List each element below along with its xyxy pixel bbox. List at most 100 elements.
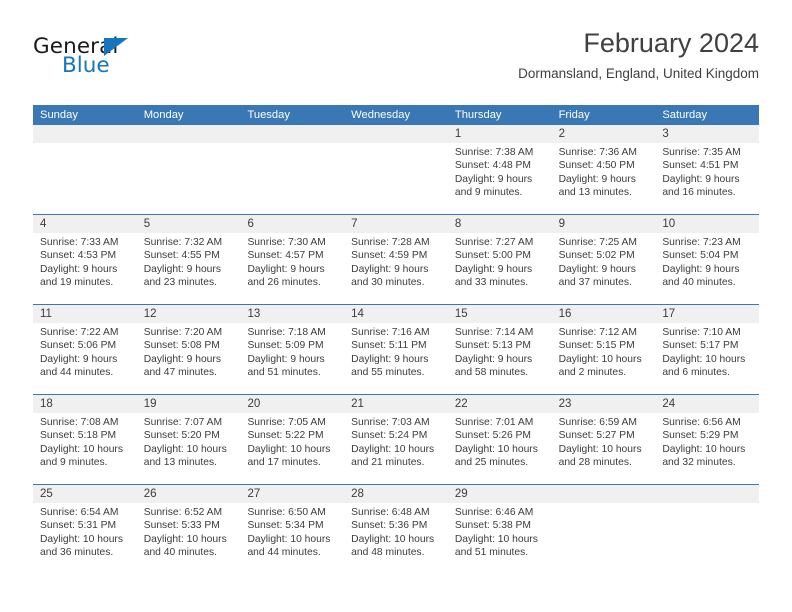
day-sunrise-text: Sunrise: 7:01 AM [454,417,534,428]
day-number[interactable]: 7 [344,215,448,233]
weekday-header-wednesday: Wednesday [351,109,411,121]
day-daylight-1-text: Daylight: 9 hours [662,173,740,185]
day-daylight-2-text: and 40 minutes. [662,276,736,288]
day-number[interactable]: 1 [448,125,552,143]
day-number[interactable]: 21 [344,395,448,413]
day-number[interactable]: 16 [552,305,656,323]
day-number[interactable]: 15 [448,305,552,323]
day-daylight-2-text: and 26 minutes. [247,276,321,288]
day-number[interactable]: 8 [448,215,552,233]
day-cell[interactable]: Sunrise: 6:48 AM Sunset: 5:36 PM Daylight:… [344,503,448,575]
day-cell[interactable]: Sunrise: 7:38 AM Sunset: 4:48 PM Daylight:… [448,143,552,214]
day-sunset-text: Sunset: 5:31 PM [40,520,117,532]
day-cell[interactable]: Sunrise: 6:59 AM Sunset: 5:27 PM Daylight:… [552,413,656,484]
day-number[interactable]: 2 [552,125,656,143]
day-cell[interactable]: Sunrise: 7:07 AM Sunset: 5:20 PM Daylight:… [137,413,241,484]
day-sunset-text: Sunset: 5:33 PM [143,520,220,532]
day-number[interactable]: 12 [137,305,241,323]
week-date-number-row: 18 19 20 21 22 23 24 [33,395,759,413]
calendar-weeks: 1 2 3 Sunrise: 7:38 AM Sunset: 4:48 PM Daylig… [33,125,759,575]
day-number[interactable]: 25 [33,485,137,503]
day-cell[interactable]: Sunrise: 7:30 AM Sunset: 4:57 PM Daylight:… [240,233,344,304]
day-sunrise-text: Sunrise: 7:30 AM [247,237,326,248]
day-cell[interactable]: Sunrise: 7:10 AM Sunset: 5:17 PM Daylight:… [655,323,759,394]
day-number[interactable]: 23 [552,395,656,413]
weekday-header-thursday: Thursday [454,109,502,121]
location-subtitle: Dormansland, England, United Kingdom [518,66,759,82]
day-daylight-1-text: Daylight: 9 hours [454,263,533,275]
day-number[interactable]: 3 [655,125,759,143]
week-date-number-row: 123 [33,125,759,143]
day-cell[interactable]: Sunrise: 7:14 AM Sunset: 5:13 PM Daylight:… [448,323,552,394]
day-cell[interactable]: Sunrise: 7:22 AM Sunset: 5:06 PM Daylight:… [33,323,137,394]
day-number[interactable]: 24 [655,395,759,413]
day-cell[interactable]: Sunrise: 6:54 AM Sunset: 5:31 PM Daylight:… [33,503,137,575]
day-cell[interactable]: Sunrise: 6:52 AM Sunset: 5:33 PM Daylight:… [137,503,241,575]
day-cell[interactable]: Sunrise: 7:32 AM Sunset: 4:55 PM Daylight:… [137,233,241,304]
day-number[interactable]: 20 [240,395,344,413]
day-cell[interactable]: Sunrise: 7:25 AM Sunset: 5:02 PM Daylight:… [552,233,656,304]
day-number[interactable]: 9 [552,215,656,233]
week-date-number-row: 25 26 27 28 29 [33,485,759,503]
day-cell[interactable]: Sunrise: 7:28 AM Sunset: 4:59 PM Daylight:… [344,233,448,304]
day-number[interactable]: 10 [655,215,759,233]
day-cell[interactable]: Sunrise: 7:33 AM Sunset: 4:53 PM Daylight:… [33,233,137,304]
day-daylight-2-text: and 19 minutes. [40,276,114,288]
day-number[interactable]: 27 [240,485,344,503]
day-cell[interactable]: Sunrise: 6:56 AM Sunset: 5:29 PM Daylight:… [655,413,759,484]
day-daylight-2-text: and 55 minutes. [351,366,425,378]
day-sunset-text: Sunset: 5:09 PM [247,340,324,352]
day-cell[interactable]: Sunrise: 7:35 AM Sunset: 4:51 PM Daylight:… [655,143,759,214]
day-number[interactable]: 17 [655,305,759,323]
day-number[interactable]: 13 [240,305,344,323]
day-cell[interactable]: Sunrise: 7:01 AM Sunset: 5:26 PM Daylight:… [448,413,552,484]
day-number-empty [655,485,759,503]
day-daylight-1-text: Daylight: 9 hours [351,263,429,275]
day-cell[interactable]: Sunrise: 7:36 AM Sunset: 4:50 PM Daylight:… [552,143,656,214]
day-sunrise-text: Sunrise: 7:32 AM [143,237,223,248]
day-cell[interactable]: Sunrise: 6:50 AM Sunset: 5:34 PM Daylight:… [240,503,344,575]
day-number[interactable]: 6 [240,215,344,233]
day-daylight-1-text: Daylight: 10 hours [143,533,227,545]
day-cell[interactable]: Sunrise: 7:27 AM Sunset: 5:00 PM Daylight:… [448,233,552,304]
day-cell[interactable]: Sunrise: 7:08 AM Sunset: 5:18 PM Daylight:… [33,413,137,484]
day-cell[interactable]: Sunrise: 7:18 AM Sunset: 5:09 PM Daylight:… [240,323,344,394]
day-daylight-1-text: Daylight: 10 hours [454,533,538,545]
day-number[interactable]: 4 [33,215,137,233]
day-number[interactable]: 26 [137,485,241,503]
week-detail-row: Sunrise: 7:08 AM Sunset: 5:18 PM Daylight:… [33,413,759,484]
day-sunrise-text: Sunrise: 7:23 AM [662,237,741,248]
day-cell[interactable]: Sunrise: 7:03 AM Sunset: 5:24 PM Daylight:… [344,413,448,484]
calendar-week-row: 1 2 3 Sunrise: 7:38 AM Sunset: 4:48 PM Daylig… [33,125,759,214]
page-header: General Blue February 2024 Dormansland, … [33,28,759,100]
day-daylight-1-text: Daylight: 9 hours [247,263,325,275]
day-number[interactable]: 18 [33,395,137,413]
day-cell[interactable]: Sunrise: 7:20 AM Sunset: 5:08 PM Daylight:… [137,323,241,394]
day-sunset-text: Sunset: 5:11 PM [351,340,427,352]
day-sunrise-text: Sunrise: 7:20 AM [143,327,223,338]
day-number[interactable]: 28 [344,485,448,503]
day-sunrise-text: Sunrise: 7:25 AM [558,237,638,248]
day-daylight-2-text: and 47 minutes. [143,366,217,378]
day-number[interactable]: 22 [448,395,552,413]
weekday-header-monday: Monday [143,109,184,121]
day-cell[interactable]: Sunrise: 7:23 AM Sunset: 5:04 PM Daylight:… [655,233,759,304]
day-cell[interactable]: Sunrise: 6:46 AM Sunset: 5:38 PM Daylight:… [448,503,552,575]
day-number[interactable]: 11 [33,305,137,323]
day-cell[interactable]: Sunrise: 7:16 AM Sunset: 5:11 PM Daylight:… [344,323,448,394]
day-cell[interactable]: Sunrise: 7:12 AM Sunset: 5:15 PM Daylight:… [552,323,656,394]
day-cell[interactable]: Sunrise: 7:05 AM Sunset: 5:22 PM Daylight:… [240,413,344,484]
day-daylight-2-text: and 51 minutes. [247,366,321,378]
day-number[interactable]: 14 [344,305,448,323]
day-daylight-2-text: and 2 minutes. [558,366,627,378]
day-number[interactable]: 5 [137,215,241,233]
day-daylight-2-text: and 40 minutes. [143,546,217,558]
day-sunset-text: Sunset: 5:27 PM [558,430,635,442]
day-number[interactable]: 19 [137,395,241,413]
day-number[interactable]: 29 [448,485,552,503]
day-sunset-text: Sunset: 4:55 PM [143,250,220,262]
general-blue-logo[interactable]: General Blue [33,36,233,88]
day-number-empty [240,125,344,143]
day-sunset-text: Sunset: 5:15 PM [558,340,635,352]
day-sunset-text: Sunset: 5:26 PM [454,430,532,442]
